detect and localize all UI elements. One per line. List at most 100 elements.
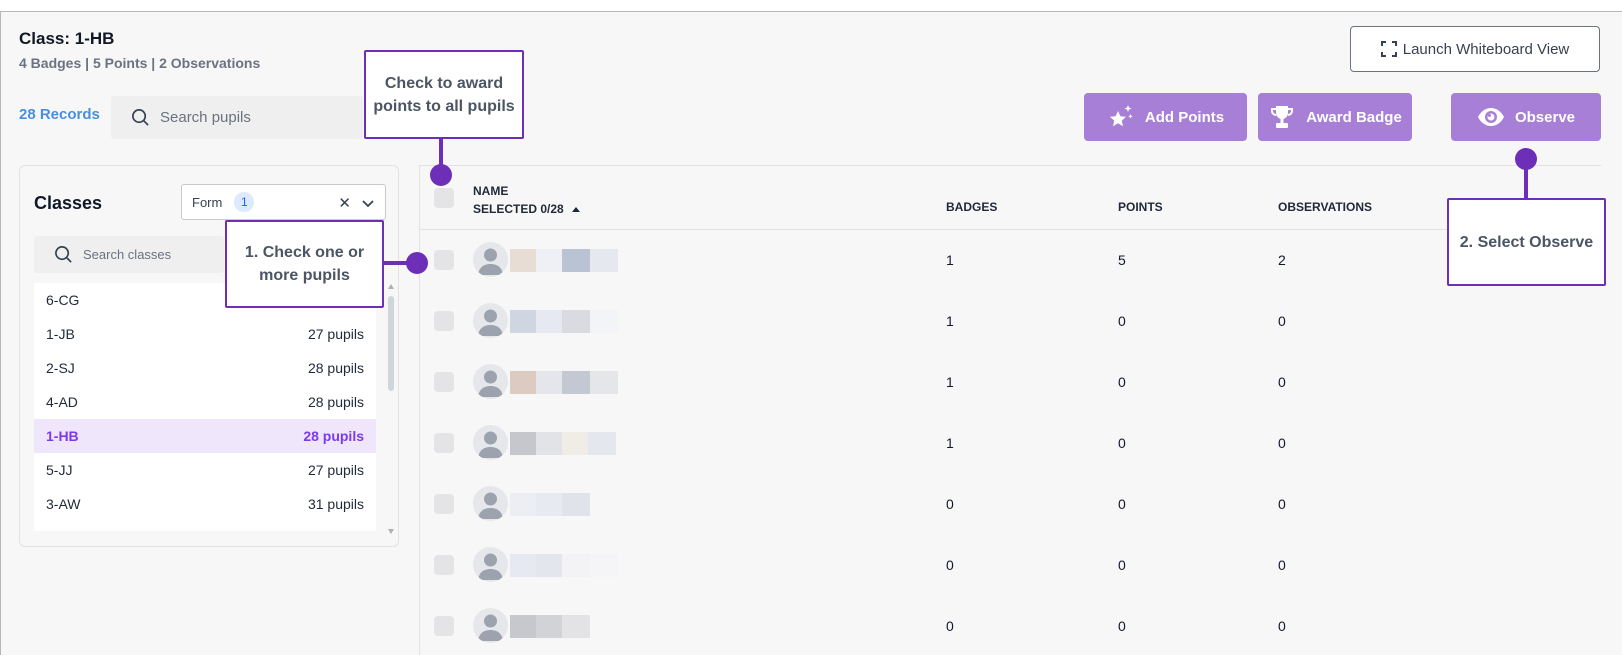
form-filter-select[interactable]: Form 1 ✕	[181, 184, 386, 220]
search-pupils-input[interactable]	[160, 109, 340, 126]
user-avatar-icon	[473, 364, 508, 399]
search-pupils-box[interactable]	[111, 96, 363, 139]
search-icon	[55, 246, 72, 263]
row-checkbox[interactable]	[434, 494, 454, 514]
table-row[interactable]: 1 0 0	[420, 413, 1602, 474]
class-pupil-count: 28 pupils	[308, 530, 364, 531]
points-column-header[interactable]: POINTS	[1118, 200, 1163, 214]
search-classes-input[interactable]	[83, 247, 213, 262]
badges-column-header[interactable]: BADGES	[946, 200, 997, 214]
user-avatar-icon	[473, 486, 508, 521]
observe-label: Observe	[1514, 108, 1576, 126]
callout-select-observe: 2. Select Observe	[1447, 198, 1606, 286]
chevron-down-icon[interactable]	[361, 196, 375, 210]
class-list-item[interactable]: 1-HB 28 pupils	[34, 419, 376, 453]
row-checkbox[interactable]	[434, 616, 454, 636]
callout-award-all: Check to award points to all pupils	[364, 50, 524, 139]
form-filter-label: Form	[192, 194, 223, 210]
class-list-item[interactable]: 1-JB 27 pupils	[34, 317, 376, 351]
row-checkbox[interactable]	[434, 250, 454, 270]
row-checkbox[interactable]	[434, 372, 454, 392]
points-cell: 0	[1118, 374, 1126, 390]
close-icon[interactable]: ✕	[338, 194, 351, 212]
class-list-item[interactable]: 2-SJ 28 pupils	[34, 351, 376, 385]
pupil-name-redacted	[510, 432, 616, 455]
class-pupil-count: 28 pupils	[303, 428, 364, 444]
row-checkbox[interactable]	[434, 555, 454, 575]
points-cell: 0	[1118, 313, 1126, 329]
pupil-name-redacted	[510, 310, 618, 333]
class-pupil-count: 28 pupils	[307, 394, 364, 410]
badges-cell: 0	[946, 496, 954, 512]
class-list-item[interactable]: 4-AD 28 pupils	[34, 385, 376, 419]
class-name: 4-AD	[46, 394, 78, 410]
badges-cell: 0	[946, 618, 954, 634]
badges-cell: 1	[946, 374, 954, 390]
badges-cell: 0	[946, 557, 954, 573]
observe-button[interactable]: Observe	[1451, 93, 1601, 141]
award-badge-button[interactable]: Award Badge	[1258, 93, 1412, 141]
class-list-item[interactable]: 5-JJ 27 pupils	[34, 453, 376, 487]
class-list-scrollbar[interactable]	[388, 284, 394, 534]
observations-cell: 0	[1278, 557, 1286, 573]
table-header: NAME SELECTED 0/28 BADGES POINTS OBSERVA…	[420, 166, 1602, 230]
name-column-header[interactable]: NAME SELECTED 0/28	[473, 182, 580, 218]
award-badge-label: Award Badge	[1306, 108, 1402, 126]
class-name: 1-JB	[46, 326, 75, 342]
name-header-label: NAME	[473, 184, 509, 198]
observations-cell: 0	[1278, 618, 1286, 634]
observations-cell: 0	[1278, 313, 1286, 329]
row-checkbox[interactable]	[434, 433, 454, 453]
class-pupil-count: 31 pupils	[307, 496, 364, 512]
points-cell: 5	[1118, 252, 1126, 268]
launch-whiteboard-button[interactable]: Launch Whiteboard View	[1350, 26, 1600, 72]
class-list-item[interactable]: 3-AW 31 pupils	[34, 487, 376, 521]
callout-connector	[1524, 167, 1528, 198]
pupil-name-redacted	[510, 493, 590, 516]
sort-ascending-icon[interactable]	[571, 207, 580, 213]
page-title: Class: 1-HB	[19, 29, 115, 48]
row-checkbox[interactable]	[434, 311, 454, 331]
table-row[interactable]: 0 0 0	[420, 535, 1602, 596]
pupil-name-redacted	[510, 371, 618, 394]
table-body: 1 5 2 1 0 0 1 0 0 1 0 0 0 0 0 0 0 0 0 0 0	[420, 230, 1602, 655]
callout-check-pupils: 1. Check one or more pupils	[225, 220, 384, 308]
scroll-up-arrow-icon[interactable]	[388, 284, 394, 289]
select-all-checkbox[interactable]	[434, 188, 454, 208]
user-avatar-icon	[473, 242, 508, 277]
form-filter-count-badge: 1	[234, 192, 255, 212]
table-row[interactable]: 0 0 0	[420, 474, 1602, 535]
callout-connector	[439, 139, 443, 167]
table-row[interactable]: 1 0 0	[420, 352, 1602, 413]
launch-whiteboard-label: Launch Whiteboard View	[1402, 40, 1570, 58]
table-row[interactable]: 1 5 2	[420, 230, 1602, 291]
points-cell: 0	[1118, 557, 1126, 573]
user-avatar-icon	[473, 608, 508, 643]
records-count: 28 Records	[19, 106, 100, 123]
class-pupil-count: 27 pupils	[307, 326, 364, 342]
pupils-table: NAME SELECTED 0/28 BADGES POINTS OBSERVA…	[419, 165, 1602, 655]
callout-dot	[1515, 148, 1537, 170]
user-avatar-icon	[473, 547, 508, 582]
search-classes-box[interactable]	[34, 236, 224, 273]
class-name: 2-AB	[46, 530, 77, 531]
eye-icon	[1477, 108, 1504, 126]
badges-cell: 1	[946, 435, 954, 451]
class-pupil-count: 27 pupils	[307, 462, 364, 478]
observations-column-header[interactable]: OBSERVATIONS	[1278, 200, 1372, 214]
class-list-item[interactable]: 2-AB 28 pupils	[34, 521, 376, 531]
trophy-icon	[1271, 106, 1294, 128]
table-row[interactable]: 1 0 0	[420, 291, 1602, 352]
class-name: 1-HB	[46, 428, 79, 444]
add-points-button[interactable]: Add Points	[1084, 93, 1247, 141]
selected-count: SELECTED 0/28	[473, 202, 564, 216]
fullscreen-icon	[1380, 41, 1397, 57]
table-row[interactable]: 0 0 0	[420, 596, 1602, 655]
class-list: 6-CG 1-JB 27 pupils 2-SJ 28 pupils 4-AD 28 pup…	[34, 283, 376, 531]
observations-cell: 0	[1278, 374, 1286, 390]
sparkle-star-icon	[1109, 105, 1133, 127]
scrollbar-thumb[interactable]	[388, 296, 394, 391]
scroll-down-arrow-icon[interactable]	[388, 529, 394, 534]
observations-cell: 0	[1278, 496, 1286, 512]
observations-cell: 0	[1278, 435, 1286, 451]
